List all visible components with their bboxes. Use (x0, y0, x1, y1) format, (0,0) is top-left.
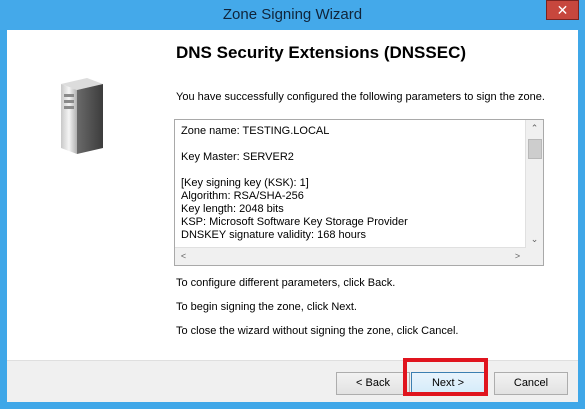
wizard-body: DNS Security Extensions (DNSSEC) You hav… (7, 30, 578, 402)
param-line: Key Master: SERVER2 (181, 151, 294, 163)
scroll-up-icon[interactable]: ⌃ (526, 120, 543, 137)
button-bar: < Back Next > Cancel (7, 360, 578, 402)
scrollbar-corner (526, 248, 543, 265)
wizard-window: Zone Signing Wizard ✕ DNS Security Exten… (0, 0, 585, 409)
wizard-side-panel (7, 30, 165, 360)
window-title: Zone Signing Wizard (222, 6, 363, 23)
param-line: DNSKEY signature validity: 168 hours (181, 229, 367, 241)
back-button[interactable]: < Back (336, 372, 410, 395)
param-line: KSP: Microsoft Software Key Storage Prov… (181, 216, 408, 228)
param-line (181, 138, 521, 151)
page-heading: DNS Security Extensions (DNSSEC) (176, 43, 467, 62)
vertical-scroll-thumb[interactable] (528, 139, 542, 159)
server-icon (61, 78, 103, 154)
scroll-right-icon[interactable]: > (509, 248, 526, 265)
vertical-scrollbar[interactable]: ⌃ ⌄ (525, 120, 543, 248)
param-line: Key length: 2048 bits (181, 203, 284, 215)
scroll-left-icon[interactable]: < (175, 248, 192, 265)
close-button[interactable]: ✕ (546, 0, 579, 20)
instruction-back: To configure different parameters, click… (176, 277, 396, 289)
instruction-next: To begin signing the zone, click Next. (176, 301, 357, 313)
param-line (181, 164, 521, 177)
scroll-down-icon[interactable]: ⌄ (526, 231, 543, 248)
title-bar[interactable]: Zone Signing Wizard ✕ (0, 0, 585, 30)
cancel-button[interactable]: Cancel (494, 372, 568, 395)
instruction-cancel: To close the wizard without signing the … (176, 325, 459, 337)
parameters-textbox[interactable]: Zone name: TESTING.LOCAL Key Master: SER… (174, 119, 544, 266)
parameters-text: Zone name: TESTING.LOCAL Key Master: SER… (181, 125, 521, 242)
intro-text: You have successfully configured the fol… (176, 91, 545, 103)
param-line: Zone name: TESTING.LOCAL (181, 125, 330, 137)
param-line: Algorithm: RSA/SHA-256 (181, 190, 304, 202)
param-line: [Key signing key (KSK): 1] (181, 177, 309, 189)
horizontal-scrollbar[interactable]: < > (175, 247, 526, 265)
next-button-highlight (403, 358, 488, 396)
close-icon: ✕ (556, 2, 569, 18)
